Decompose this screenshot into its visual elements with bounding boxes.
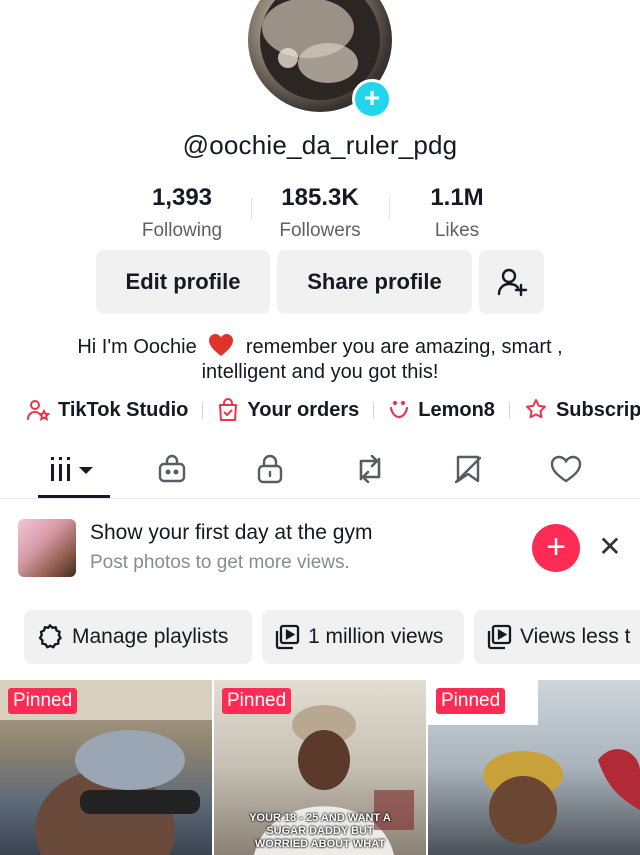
close-icon[interactable]: ✕ [598, 532, 622, 562]
lock-icon [257, 454, 283, 484]
tab-shop[interactable] [122, 440, 222, 498]
following-count: 1,393 [151, 184, 213, 211]
share-profile-button[interactable]: Share profile [277, 250, 472, 314]
likes-count: 1.1M [430, 184, 484, 211]
lemon8-icon [390, 400, 409, 419]
bio-text-a: Hi I'm Oochie [77, 336, 197, 358]
shop-icon [158, 454, 186, 483]
video-thumbnail[interactable]: Pinned YOUR 18 - 25 AND WANT A SUGAR DAD… [214, 680, 426, 855]
subscription-link[interactable]: Subscript [524, 398, 640, 422]
active-tab-indicator [38, 495, 110, 498]
link-separator [373, 401, 375, 419]
playlist-chip-1m-views[interactable]: 1 million views [262, 610, 464, 664]
add-story-plus-icon[interactable]: + [352, 79, 392, 119]
pinned-badge: Pinned [436, 688, 506, 714]
tiktok-studio-link[interactable]: TikTok Studio [26, 398, 188, 422]
tab-videos[interactable] [24, 440, 124, 498]
lemon8-link[interactable]: Lemon8 [388, 399, 495, 422]
promo-thumbnail [18, 519, 76, 577]
followers-label: Followers [279, 220, 361, 241]
link-separator [202, 401, 204, 419]
tab-favorites[interactable] [418, 440, 518, 498]
studio-icon [27, 400, 50, 422]
video-thumbnail[interactable]: Pinned [0, 680, 212, 855]
subscription-icon [525, 399, 546, 419]
playlist-label: Views less t [520, 625, 631, 648]
link-separator [508, 401, 510, 419]
add-friends-button[interactable] [479, 250, 544, 314]
add-user-icon [497, 268, 527, 297]
edit-profile-button[interactable]: Edit profile [96, 250, 270, 314]
playlist-chip-views-less[interactable]: Views less t [474, 610, 640, 664]
your-orders-label: Your orders [247, 398, 360, 421]
playlist-label: 1 million views [308, 625, 444, 648]
username: @oochie_da_ruler_pdg [182, 130, 458, 160]
bio-line-2: intelligent and you got this! [201, 361, 439, 383]
manage-playlists-label: Manage playlists [72, 625, 229, 648]
videos-grid-icon [51, 457, 93, 481]
tab-reposts[interactable] [320, 440, 420, 498]
followers-count: 185.3K [281, 184, 359, 211]
following-label: Following [141, 220, 223, 241]
tab-liked[interactable] [516, 440, 616, 498]
playlist-icon [275, 624, 300, 650]
plus-icon: + [546, 528, 566, 566]
stat-likes[interactable]: 1.1M Likes [387, 184, 527, 242]
bag-icon [219, 398, 238, 421]
promo-add-button[interactable]: + [532, 524, 580, 572]
bio-text-b: remember you are amazing, smart , [245, 336, 563, 358]
pinned-badge: Pinned [222, 688, 292, 714]
likes-label: Likes [434, 220, 480, 241]
video-caption: YOUR 18 - 25 AND WANT A SUGAR DADDY BUT … [249, 812, 391, 850]
pinned-badge: Pinned [8, 688, 78, 714]
tab-private[interactable] [220, 440, 320, 498]
lemon8-label: Lemon8 [418, 398, 495, 421]
video-thumbnail[interactable]: Pinned [428, 680, 640, 855]
profile-links-row: TikTok Studio Your orders Lemon8 Subscri… [0, 395, 640, 425]
playlist-icon [487, 624, 512, 650]
stat-following[interactable]: 1,393 Following [112, 184, 252, 242]
promo-title: Show your first day at the gym [90, 521, 373, 544]
stat-followers[interactable]: 185.3K Followers [250, 184, 390, 242]
subscription-label: Subscript [555, 398, 640, 421]
gear-icon [38, 623, 62, 649]
profile-tabs [0, 440, 640, 499]
repost-icon [359, 455, 381, 483]
favorites-icon [454, 455, 482, 484]
liked-icon [550, 455, 582, 483]
tiktok-studio-label: TikTok Studio [58, 398, 189, 421]
your-orders-link[interactable]: Your orders [217, 398, 359, 422]
promo-subtitle: Post photos to get more views. [90, 552, 350, 573]
manage-playlists-chip[interactable]: Manage playlists [24, 610, 252, 664]
